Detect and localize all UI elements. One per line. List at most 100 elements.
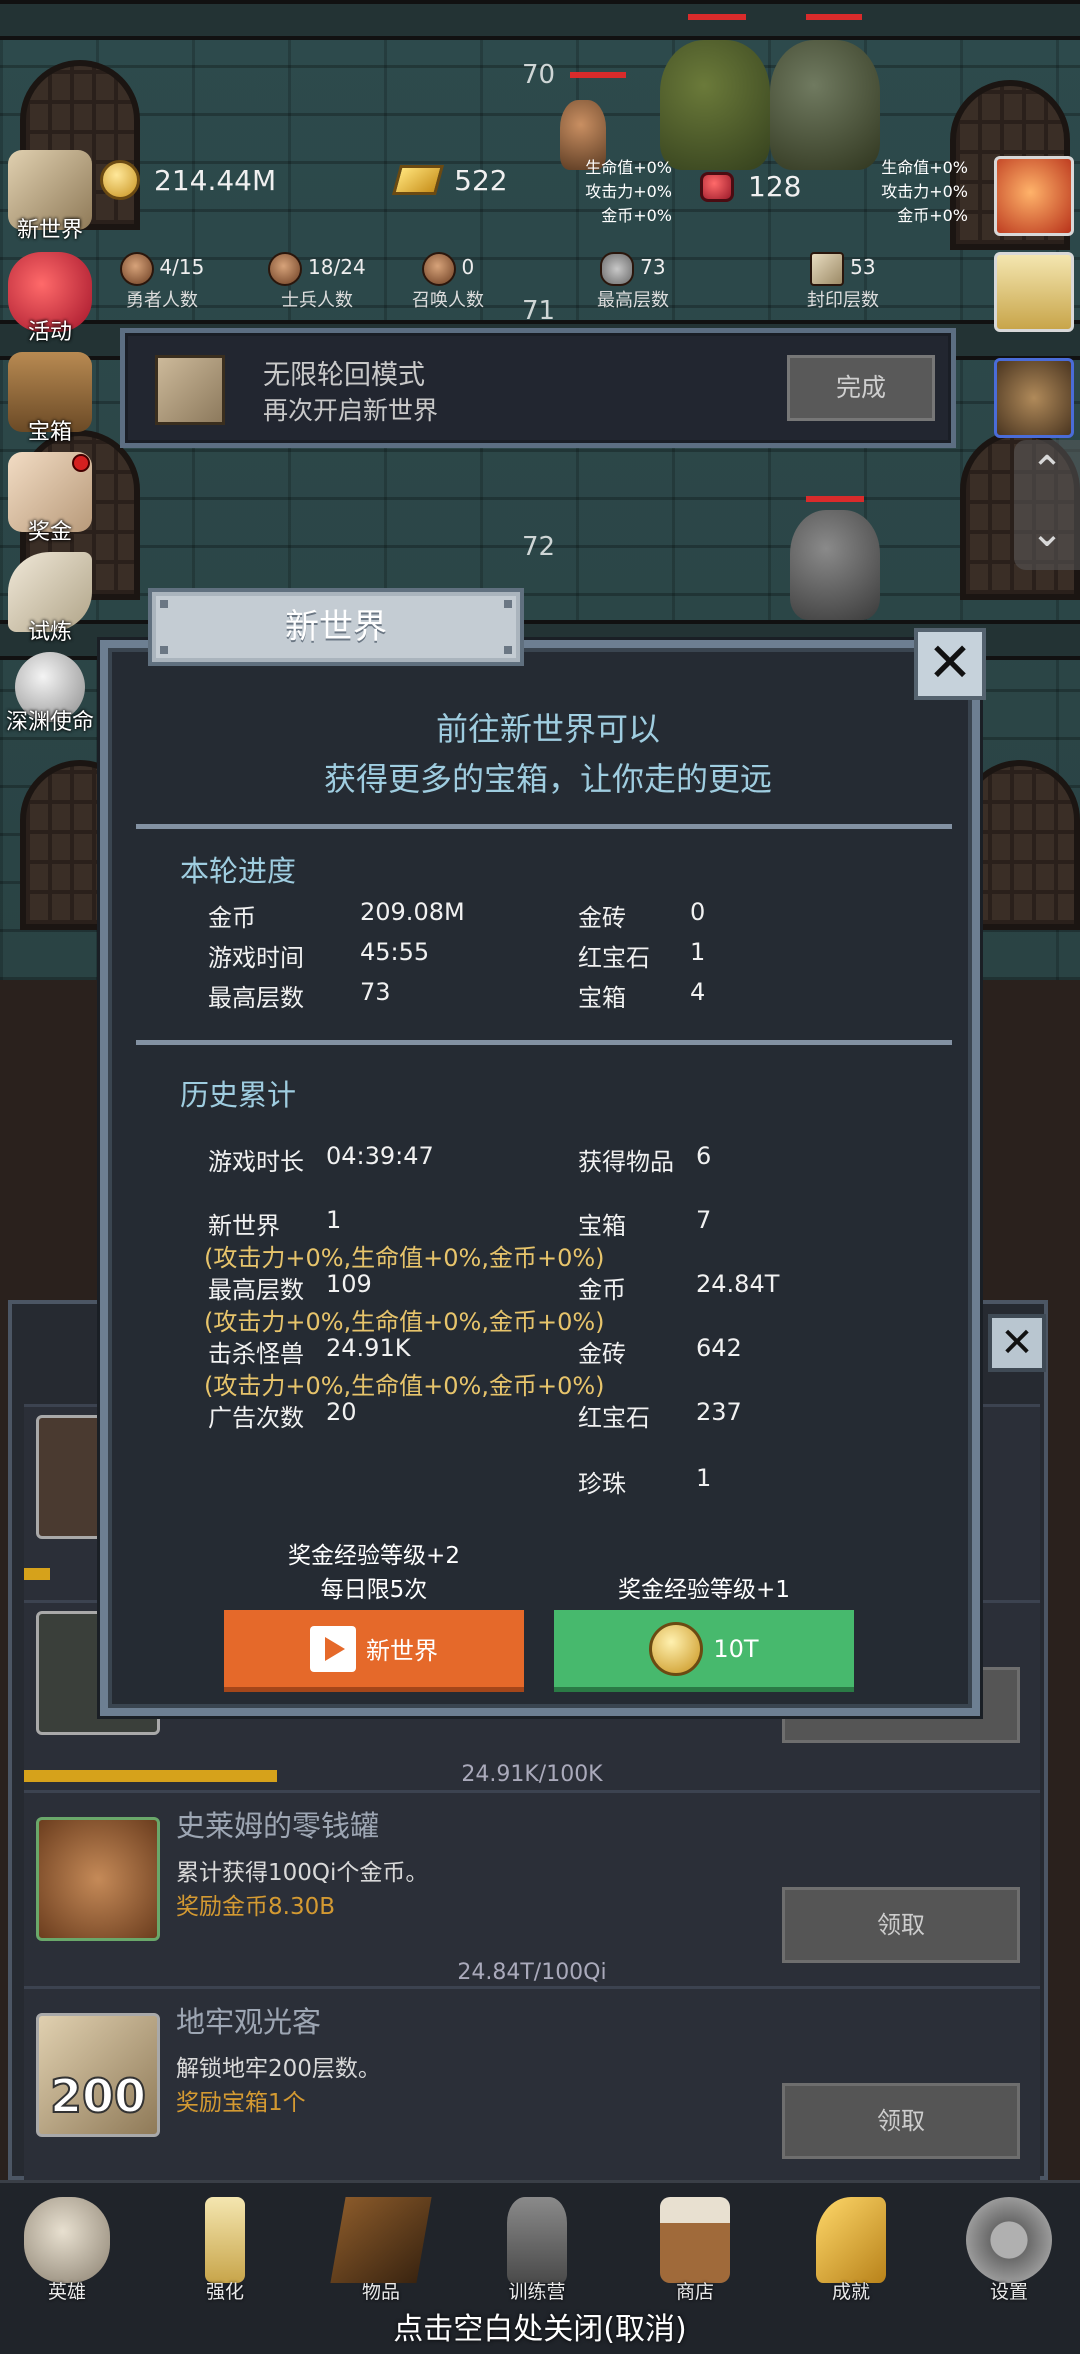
banner-subtitle: 再次开启新世界 bbox=[263, 396, 439, 425]
buff-hp: 生命值+0% bbox=[585, 158, 672, 177]
claim-button[interactable]: 领取 bbox=[782, 1887, 1020, 1963]
quest-progress: 24.91K/100K bbox=[24, 1762, 1040, 1788]
stat-key: 金砖 bbox=[578, 904, 626, 932]
close-hint[interactable]: 点击空白处关闭(取消) bbox=[0, 2304, 1080, 2348]
skull-icon bbox=[24, 2197, 110, 2283]
nav-upgrade[interactable]: 强化 bbox=[170, 2197, 280, 2304]
stat-value: 0 bbox=[690, 898, 706, 926]
close-icon[interactable]: ✕ bbox=[914, 628, 986, 700]
chevron-up-icon: ⌃ bbox=[1030, 448, 1064, 494]
resource-bar: 214.44M 522 bbox=[100, 160, 980, 200]
bonus-note: (攻击力+0%,生命值+0%,金币+0%) bbox=[204, 1244, 605, 1272]
lantern-icon bbox=[507, 2197, 567, 2283]
rivet bbox=[504, 600, 512, 608]
progress-fill bbox=[24, 1770, 277, 1782]
history-title: 历史累计 bbox=[180, 1078, 297, 1112]
nav-label: 强化 bbox=[205, 2281, 244, 2303]
hp-bar bbox=[688, 14, 746, 20]
soldiers-label: 士兵人数 bbox=[281, 290, 353, 311]
orc-enemy bbox=[660, 40, 770, 170]
ruby-icon bbox=[700, 171, 734, 202]
dungeon-map-icon: 200 bbox=[36, 2013, 160, 2137]
map-icon bbox=[155, 355, 225, 425]
soldiers-value: 18/24 bbox=[308, 255, 366, 279]
video-icon bbox=[310, 1625, 356, 1672]
stat-value: 642 bbox=[696, 1334, 742, 1362]
nav-shop[interactable]: 商店 bbox=[640, 2197, 750, 2304]
heroes-label: 勇者人数 bbox=[126, 290, 198, 311]
soldiers-count: 18/24 士兵人数 bbox=[252, 252, 382, 312]
nav-achievements[interactable]: 成就 bbox=[796, 2197, 906, 2304]
nav-heroes[interactable]: 英雄 bbox=[12, 2197, 122, 2304]
panel-close-button[interactable]: ✕ bbox=[988, 1314, 1046, 1372]
ruby-value: 128 bbox=[748, 170, 802, 203]
gold-bricks-value: 522 bbox=[454, 163, 508, 197]
stat-value: 237 bbox=[696, 1398, 742, 1426]
buff-stats-right: 生命值+0% 攻击力+0% 金币+0% bbox=[868, 156, 968, 228]
buff-atk: 攻击力+0% bbox=[585, 182, 672, 201]
rivet bbox=[504, 646, 512, 654]
scroll-item-icon[interactable] bbox=[994, 358, 1074, 438]
stat-value: 1 bbox=[696, 1464, 712, 1492]
progress-text: 24.84T/100Qi bbox=[457, 1960, 607, 1985]
stat-key: 最高层数 bbox=[208, 1276, 304, 1304]
side-new-world[interactable]: 新世界 bbox=[0, 150, 100, 244]
nav-settings[interactable]: 设置 bbox=[954, 2197, 1064, 2304]
stat-value: 4 bbox=[690, 978, 706, 1006]
side-label: 深渊使命 bbox=[5, 710, 94, 735]
side-bonus[interactable]: 奖金 bbox=[0, 452, 100, 546]
buff-gold: 金币+0% bbox=[897, 206, 968, 225]
stat-key: 红宝石 bbox=[578, 944, 650, 972]
rivet bbox=[160, 646, 168, 654]
candle-icon[interactable] bbox=[994, 252, 1074, 332]
stat-value: 109 bbox=[326, 1270, 372, 1298]
stat-value: 24.84T bbox=[696, 1270, 780, 1298]
nav-label: 成就 bbox=[831, 2281, 870, 2303]
pay-coins-new-world-button[interactable]: 10T bbox=[554, 1610, 854, 1692]
stat-value: 1 bbox=[690, 938, 706, 966]
icon-number: 200 bbox=[49, 2068, 147, 2124]
summon-icon bbox=[421, 252, 456, 286]
nav-training[interactable]: 训练营 bbox=[482, 2197, 592, 2304]
hero-icon bbox=[119, 252, 154, 286]
scroll-up-button[interactable]: ⌃ ⌄ bbox=[1014, 440, 1080, 570]
button-label: 10T bbox=[713, 1634, 759, 1663]
nav-label: 训练营 bbox=[508, 2281, 566, 2303]
divider bbox=[136, 1040, 952, 1045]
summons-value: 0 bbox=[461, 255, 475, 279]
stat-key: 新世界 bbox=[208, 1212, 280, 1240]
stat-key: 红宝石 bbox=[578, 1404, 650, 1432]
summons-label: 召唤人数 bbox=[412, 290, 484, 311]
stat-key: 金币 bbox=[208, 904, 256, 932]
hp-bar bbox=[806, 496, 864, 502]
side-abyss[interactable]: 深渊使命 bbox=[0, 652, 100, 736]
quest-card: 200 地牢观光客 解锁地牢200层数。 奖励宝箱1个 领取 bbox=[24, 1986, 1040, 2182]
side-events[interactable]: 活动 bbox=[0, 252, 100, 346]
nav-items[interactable]: 物品 bbox=[326, 2197, 436, 2304]
stat-key: 游戏时间 bbox=[208, 944, 304, 972]
side-label: 宝箱 bbox=[27, 420, 72, 445]
right-button-note: 奖金经验等级+1 bbox=[618, 1577, 790, 1603]
armored-orc-enemy bbox=[770, 40, 880, 170]
stat-key: 金币 bbox=[578, 1276, 626, 1304]
complete-button[interactable]: 完成 bbox=[787, 355, 935, 421]
heroes-value: 4/15 bbox=[159, 255, 205, 279]
side-chest[interactable]: 宝箱 bbox=[0, 352, 100, 446]
watch-ad-new-world-button[interactable]: 新世界 bbox=[224, 1610, 524, 1692]
stat-value: 20 bbox=[326, 1398, 357, 1426]
sealed-floor-value: 53 bbox=[850, 255, 876, 279]
nav-label: 英雄 bbox=[47, 2281, 86, 2303]
chevron-down-icon: ⌄ bbox=[1030, 510, 1064, 556]
new-world-dialog: 前往新世界可以 获得更多的宝箱，让你走的更远 本轮进度 金币 209.08M 游… bbox=[100, 640, 980, 1716]
fruit-icon[interactable] bbox=[994, 156, 1074, 236]
notification-dot bbox=[72, 454, 90, 472]
quest-card: 史莱姆的零钱罐 累计获得100Qi个金币。 奖励金币8.30B 领取 bbox=[24, 1790, 1040, 1986]
gold-coin-icon bbox=[649, 1621, 704, 1676]
stone-icon bbox=[600, 252, 635, 286]
side-trial[interactable]: 试炼 bbox=[0, 552, 100, 646]
claim-button[interactable]: 领取 bbox=[782, 2083, 1020, 2159]
stat-key: 最高层数 bbox=[208, 984, 304, 1012]
gear-icon bbox=[966, 2197, 1052, 2283]
button-label: 新世界 bbox=[366, 1637, 438, 1665]
buff-stats-left: 生命值+0% 攻击力+0% 金币+0% bbox=[572, 156, 672, 228]
